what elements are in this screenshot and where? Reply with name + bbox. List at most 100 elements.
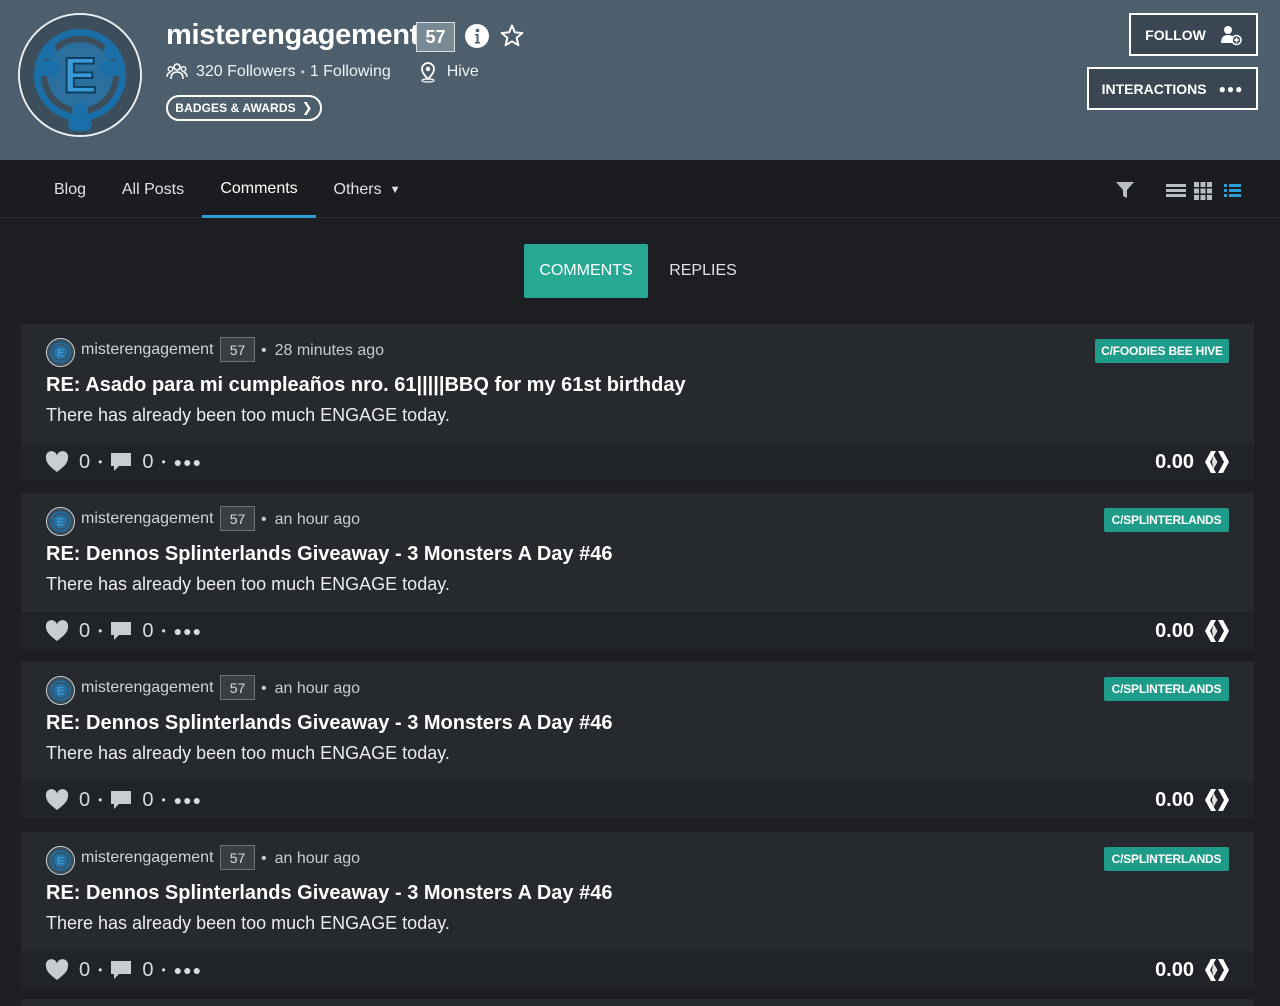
- comment-card: E misterengagement 57 • an hour ago C/SPL…: [21, 493, 1254, 650]
- author-avatar[interactable]: E: [46, 846, 75, 875]
- engage-logo-icon: E: [47, 339, 74, 366]
- tab-others[interactable]: Others ▼: [316, 162, 418, 218]
- comment-author[interactable]: misterengagement: [81, 509, 214, 529]
- separator-dot: •: [98, 963, 103, 977]
- info-icon[interactable]: [464, 23, 490, 49]
- replies-toggle-button[interactable]: REPLIES: [658, 244, 748, 298]
- profile-username: misterengagement: [166, 19, 420, 51]
- comment-time-text: an hour ago: [274, 850, 361, 867]
- compact-list-view-icon[interactable]: [1224, 182, 1244, 198]
- comment-actions: 0 • 0 • ●●●: [45, 451, 202, 473]
- comments-toggle-label: COMMENTS: [539, 262, 633, 279]
- comment-author[interactable]: misterengagement: [81, 848, 214, 868]
- svg-text:E: E: [57, 686, 64, 698]
- community-badge[interactable]: C/FOODIES BEE HIVE: [1095, 339, 1229, 363]
- payout[interactable]: 0.00: [1155, 788, 1230, 812]
- comment-bubble-icon[interactable]: [110, 620, 132, 642]
- add-user-icon: [1220, 25, 1242, 45]
- view-mode-switcher: [1166, 182, 1244, 200]
- community-badge[interactable]: C/SPLINTERLANDS: [1104, 677, 1229, 701]
- hive-logo-icon: [1205, 789, 1229, 811]
- payout-value: 0.00: [1155, 958, 1194, 981]
- separator-dot: •: [98, 793, 103, 807]
- list-view-icon[interactable]: [1166, 182, 1186, 198]
- author-reputation-badge: 57: [220, 845, 255, 870]
- svg-text:E: E: [57, 348, 64, 360]
- more-dots-icon[interactable]: ●●●: [174, 623, 202, 639]
- vote-count[interactable]: 0: [79, 451, 90, 474]
- follow-button[interactable]: FOLLOW: [1129, 13, 1258, 56]
- followers-count[interactable]: 320 Followers: [196, 63, 296, 81]
- comment-timestamp[interactable]: • an hour ago: [261, 510, 360, 530]
- heart-icon[interactable]: [45, 789, 69, 811]
- tab-all-posts[interactable]: All Posts: [104, 162, 202, 218]
- payout-value: 0.00: [1155, 619, 1194, 642]
- comments-toggle-button[interactable]: COMMENTS: [524, 244, 648, 298]
- comment-author[interactable]: misterengagement: [81, 340, 214, 360]
- comment-time-text: an hour ago: [274, 680, 361, 697]
- comment-body: There has already been too much ENGAGE t…: [46, 913, 450, 933]
- heart-icon[interactable]: [45, 451, 69, 473]
- comment-timestamp[interactable]: • an hour ago: [261, 679, 360, 699]
- author-reputation-badge: 57: [220, 337, 255, 362]
- vote-count[interactable]: 0: [79, 620, 90, 643]
- community-badge[interactable]: C/SPLINTERLANDS: [1104, 508, 1229, 532]
- tab-others-label: Others: [333, 181, 382, 198]
- badges-awards-button[interactable]: BADGES & AWARDS ❯: [166, 95, 322, 121]
- comment-card: E misterengagement 57 • an hour ago C/SPL…: [21, 832, 1254, 989]
- grid-view-icon[interactable]: [1194, 182, 1212, 200]
- tab-blog[interactable]: Blog: [38, 162, 102, 218]
- reply-count[interactable]: 0: [142, 451, 153, 474]
- separator-dot: •: [300, 65, 305, 79]
- comment-title[interactable]: RE: Dennos Splinterlands Giveaway - 3 Mo…: [46, 710, 612, 736]
- vote-count[interactable]: 0: [79, 959, 90, 982]
- reply-count[interactable]: 0: [142, 620, 153, 643]
- payout[interactable]: 0.00: [1155, 450, 1230, 474]
- comment-card: E misterengagement 57 • an hour ago C/SPL…: [21, 662, 1254, 819]
- comment-card-body[interactable]: E misterengagement 57 • an hour ago C/SPL…: [21, 832, 1254, 949]
- badges-awards-label: BADGES & AWARDS: [175, 101, 296, 115]
- followers-icon: [166, 63, 188, 80]
- vote-count[interactable]: 0: [79, 789, 90, 812]
- more-dots-icon[interactable]: ●●●: [174, 454, 202, 470]
- following-count[interactable]: 1 Following: [310, 63, 391, 81]
- comment-card: E misterengagement 57 • 28 minutes ago C/…: [21, 324, 1254, 481]
- comment-title[interactable]: RE: Asado para mi cumpleaños nro. 61||||…: [46, 372, 686, 398]
- comment-card-body[interactable]: E misterengagement 57 • 28 minutes ago C/…: [21, 324, 1254, 441]
- author-avatar[interactable]: E: [46, 507, 75, 536]
- comment-card-body[interactable]: E misterengagement 57 • an hour ago C/SPL…: [21, 493, 1254, 610]
- heart-icon[interactable]: [45, 959, 69, 981]
- reply-count[interactable]: 0: [142, 959, 153, 982]
- follow-label: FOLLOW: [1145, 26, 1206, 43]
- filter-icon[interactable]: [1115, 181, 1135, 199]
- separator-dot: •: [161, 455, 166, 469]
- comment-timestamp[interactable]: • 28 minutes ago: [261, 341, 384, 361]
- comment-title[interactable]: RE: Dennos Splinterlands Giveaway - 3 Mo…: [46, 541, 612, 567]
- comment-author[interactable]: misterengagement: [81, 678, 214, 698]
- author-avatar[interactable]: E: [46, 338, 75, 367]
- comment-actions: 0 • 0 • ●●●: [45, 959, 202, 981]
- comment-bubble-icon[interactable]: [110, 959, 132, 981]
- comment-bubble-icon[interactable]: [110, 789, 132, 811]
- payout[interactable]: 0.00: [1155, 619, 1230, 643]
- comment-timestamp[interactable]: • an hour ago: [261, 849, 360, 869]
- payout[interactable]: 0.00: [1155, 958, 1230, 982]
- comment-card-body[interactable]: E misterengagement 57 • an hour ago C/SPL…: [21, 662, 1254, 779]
- hive-logo-icon: [1205, 620, 1229, 642]
- star-icon[interactable]: [499, 23, 525, 49]
- community-badge[interactable]: C/SPLINTERLANDS: [1104, 847, 1229, 871]
- heart-icon[interactable]: [45, 620, 69, 642]
- profile-avatar[interactable]: E: [18, 13, 142, 137]
- comment-bubble-icon[interactable]: [110, 451, 132, 473]
- reply-count[interactable]: 0: [142, 789, 153, 812]
- more-dots-icon[interactable]: ●●●: [174, 962, 202, 978]
- comment-body: There has already been too much ENGAGE t…: [46, 405, 450, 425]
- author-avatar[interactable]: E: [46, 676, 75, 705]
- comment-title[interactable]: RE: Dennos Splinterlands Giveaway - 3 Mo…: [46, 880, 612, 906]
- chevron-down-icon: ▼: [389, 184, 401, 196]
- more-dots-icon[interactable]: ●●●: [174, 792, 202, 808]
- comment-card-footer: 0 • 0 • ●●● 0.00: [21, 781, 1254, 819]
- tab-comments[interactable]: Comments: [202, 162, 316, 218]
- interactions-button[interactable]: INTERACTIONS ●●●: [1087, 67, 1258, 110]
- profile-stats: 320 Followers • 1 Following Hive: [166, 60, 479, 84]
